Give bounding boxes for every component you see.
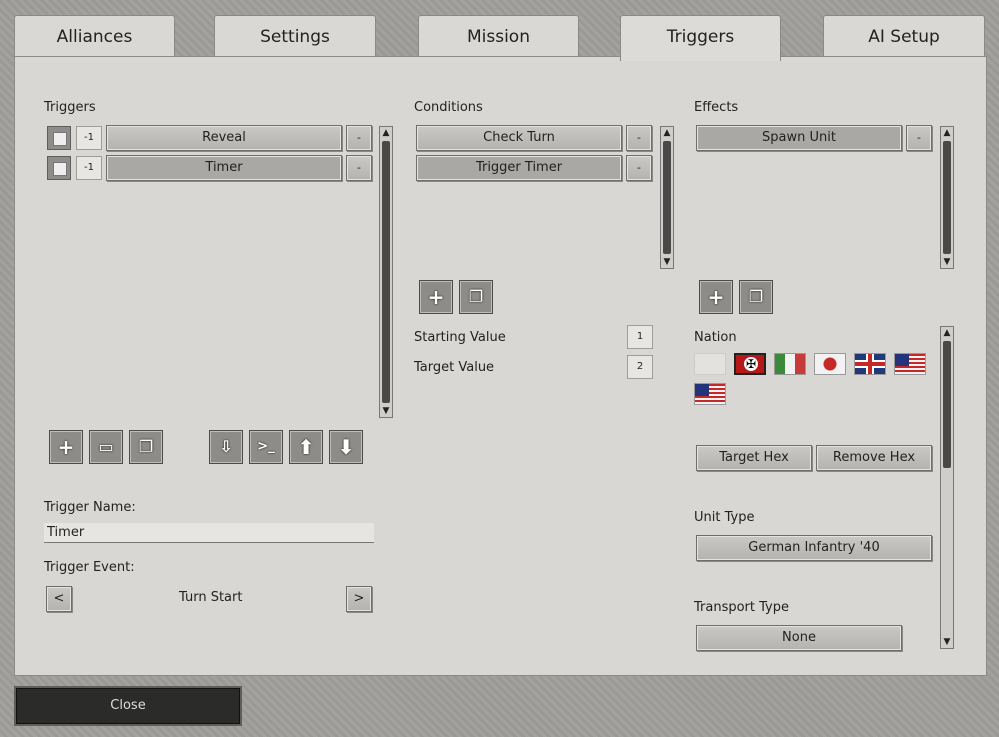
add-condition-button[interactable]: + bbox=[419, 280, 453, 314]
copy-icon: ❐ bbox=[748, 287, 764, 306]
unit-type-label: Unit Type bbox=[694, 510, 755, 525]
effects-scrollbar[interactable]: ▲ ▼ bbox=[940, 126, 954, 269]
triggers-scrollbar[interactable]: ▲ ▼ bbox=[379, 126, 393, 418]
effect-item-spawn-unit[interactable]: Spawn Unit bbox=[696, 125, 902, 151]
condition-remove-button[interactable]: - bbox=[626, 125, 652, 151]
condition-item-trigger-timer[interactable]: Trigger Timer bbox=[416, 155, 622, 181]
scroll-down-icon[interactable]: ▼ bbox=[380, 405, 392, 417]
flag-uk-icon[interactable] bbox=[854, 353, 886, 375]
scroll-down-icon[interactable]: ▼ bbox=[941, 636, 953, 648]
import-button[interactable]: ⇩ bbox=[209, 430, 243, 464]
effect-remove-button[interactable]: - bbox=[906, 125, 932, 151]
target-value-field[interactable]: 2 bbox=[627, 355, 653, 379]
effect-details-scrollbar[interactable]: ▲ ▼ bbox=[940, 326, 954, 649]
trigger-remove-button[interactable]: - bbox=[346, 125, 372, 151]
tab-ai-setup[interactable]: AI Setup bbox=[823, 15, 985, 57]
trigger-event-label: Trigger Event: bbox=[44, 560, 135, 575]
transport-type-select[interactable]: None bbox=[696, 625, 902, 651]
trigger-event-value: Turn Start bbox=[179, 590, 243, 605]
copy-condition-button[interactable]: ❐ bbox=[459, 280, 493, 314]
trigger-item-timer[interactable]: Timer bbox=[106, 155, 342, 181]
plus-icon: + bbox=[57, 435, 75, 459]
condition-remove-button[interactable]: - bbox=[626, 155, 652, 181]
transport-type-label: Transport Type bbox=[694, 600, 789, 615]
trigger-event-next-button[interactable]: > bbox=[346, 586, 372, 612]
conditions-title: Conditions bbox=[414, 100, 483, 115]
copy-effect-button[interactable]: ❐ bbox=[739, 280, 773, 314]
effects-title: Effects bbox=[694, 100, 739, 115]
open-folder-button[interactable]: ▭ bbox=[89, 430, 123, 464]
move-down-button[interactable]: ⬇ bbox=[329, 430, 363, 464]
trigger-event-prev-button[interactable]: < bbox=[46, 586, 72, 612]
flag-germany-icon[interactable]: ✠ bbox=[734, 353, 766, 375]
trigger-name-input[interactable]: Timer bbox=[44, 523, 374, 543]
unit-type-select[interactable]: German Infantry '40 bbox=[696, 535, 932, 561]
condition-item-check-turn[interactable]: Check Turn bbox=[416, 125, 622, 151]
scroll-down-icon[interactable]: ▼ bbox=[941, 256, 953, 268]
plus-icon: + bbox=[707, 285, 725, 309]
folder-icon: ▭ bbox=[98, 437, 114, 456]
flag-usa-icon[interactable] bbox=[694, 383, 726, 405]
tab-triggers[interactable]: Triggers bbox=[620, 15, 781, 61]
scroll-up-icon[interactable]: ▲ bbox=[380, 127, 392, 139]
tab-alliances[interactable]: Alliances bbox=[14, 15, 175, 57]
trigger-number: -1 bbox=[76, 156, 102, 180]
conditions-scrollbar[interactable]: ▲ ▼ bbox=[660, 126, 674, 269]
move-up-button[interactable]: ⬆ bbox=[289, 430, 323, 464]
flag-italy-icon[interactable] bbox=[774, 353, 806, 375]
scroll-up-icon[interactable]: ▲ bbox=[661, 127, 673, 139]
target-hex-button[interactable]: Target Hex bbox=[696, 445, 812, 471]
starting-value-field[interactable]: 1 bbox=[627, 325, 653, 349]
flag-japan-icon[interactable] bbox=[814, 353, 846, 375]
trigger-name-label: Trigger Name: bbox=[44, 500, 136, 515]
triggers-panel: Triggers -1 Reveal - -1 Timer - ▲ ▼ + ▭ ❐… bbox=[14, 56, 987, 676]
add-effect-button[interactable]: + bbox=[699, 280, 733, 314]
trigger-enable-checkbox[interactable] bbox=[47, 156, 71, 180]
add-trigger-button[interactable]: + bbox=[49, 430, 83, 464]
trigger-item-reveal[interactable]: Reveal bbox=[106, 125, 342, 151]
remove-hex-button[interactable]: Remove Hex bbox=[816, 445, 932, 471]
arrow-up-icon: ⬆ bbox=[297, 435, 315, 459]
target-value-label: Target Value bbox=[414, 360, 495, 375]
starting-value-label: Starting Value bbox=[414, 330, 506, 345]
console-icon: >_ bbox=[257, 439, 275, 454]
arrow-down-icon: ⬇ bbox=[337, 435, 355, 459]
copy-icon: ❐ bbox=[468, 287, 484, 306]
trigger-enable-checkbox[interactable] bbox=[47, 126, 71, 150]
nation-label: Nation bbox=[694, 330, 737, 345]
trigger-remove-button[interactable]: - bbox=[346, 155, 372, 181]
tab-mission[interactable]: Mission bbox=[418, 15, 579, 57]
copy-icon: ❐ bbox=[138, 437, 154, 456]
trigger-number: -1 bbox=[76, 126, 102, 150]
console-button[interactable]: >_ bbox=[249, 430, 283, 464]
scroll-up-icon[interactable]: ▲ bbox=[941, 127, 953, 139]
scroll-down-icon[interactable]: ▼ bbox=[661, 256, 673, 268]
flag-neutral-icon[interactable] bbox=[694, 353, 726, 375]
scroll-up-icon[interactable]: ▲ bbox=[941, 327, 953, 339]
plus-icon: + bbox=[427, 285, 445, 309]
tab-settings[interactable]: Settings bbox=[214, 15, 376, 57]
copy-trigger-button[interactable]: ❐ bbox=[129, 430, 163, 464]
import-icon: ⇩ bbox=[219, 437, 233, 456]
triggers-title: Triggers bbox=[44, 100, 96, 115]
close-button[interactable]: Close bbox=[14, 686, 242, 726]
flag-usa-icon[interactable] bbox=[894, 353, 926, 375]
